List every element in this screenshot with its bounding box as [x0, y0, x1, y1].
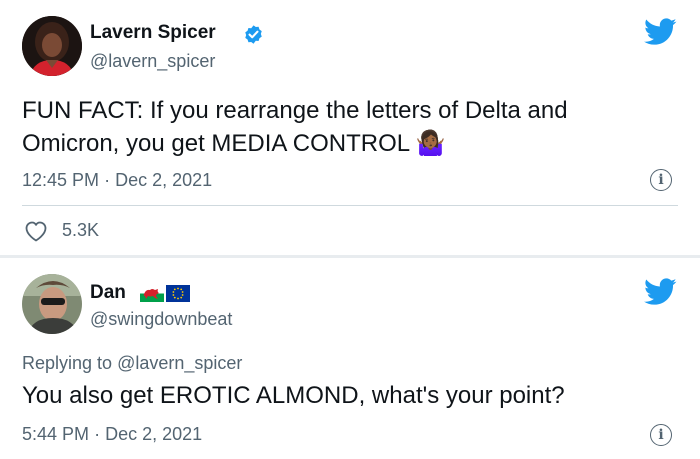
tweet-text-line-1: FUN FACT: If you rearrange the letters o…: [22, 97, 568, 124]
tweet-time[interactable]: 12:45 PM: [22, 170, 99, 190]
replying-to-handle[interactable]: @lavern_spicer: [117, 353, 242, 373]
tweet-text: You also get EROTIC ALMOND, what's your …: [22, 382, 565, 409]
tweet-timestamp[interactable]: 5:44 PM · Dec 2, 2021: [22, 424, 202, 445]
shrug-emoji: 🤷🏾‍♀️: [415, 129, 446, 157]
meta-separator: ·: [104, 170, 111, 190]
tweet-timestamp[interactable]: 12:45 PM · Dec 2, 2021: [22, 170, 212, 191]
heart-icon[interactable]: [24, 220, 48, 247]
tweet-card-lavern: Lavern Spicer @lavern_spicer FUN FACT: I…: [0, 0, 700, 255]
tweet-date[interactable]: Dec 2, 2021: [105, 424, 202, 444]
divider: [22, 205, 678, 206]
wales-flag-icon: [140, 285, 164, 307]
like-count[interactable]: 5.3K: [62, 220, 99, 241]
tweet-text-line-2: Omicron, you get MEDIA CONTROL 🤷🏾‍♀️: [22, 127, 446, 160]
twitter-bird-icon[interactable]: [644, 278, 677, 311]
avatar-dan[interactable]: [22, 274, 82, 334]
tweet-text-line-2-content: Omicron, you get MEDIA CONTROL: [22, 130, 410, 157]
author-handle[interactable]: @swingdownbeat: [90, 309, 232, 330]
info-icon[interactable]: i: [650, 424, 672, 446]
author-handle[interactable]: @lavern_spicer: [90, 51, 215, 72]
tweet-date[interactable]: Dec 2, 2021: [115, 170, 212, 190]
verified-badge-icon: [243, 24, 264, 50]
author-name[interactable]: Lavern Spicer: [90, 22, 216, 44]
eu-flag-icon: [166, 285, 190, 307]
tweet-time[interactable]: 5:44 PM: [22, 424, 89, 444]
author-name[interactable]: Dan: [90, 282, 126, 304]
replying-to: Replying to @lavern_spicer: [22, 353, 242, 374]
info-icon[interactable]: i: [650, 169, 672, 191]
avatar-lavern[interactable]: [22, 16, 82, 76]
twitter-bird-icon[interactable]: [644, 18, 677, 51]
tweet-card-dan: Dan @swingdownbeat Replying to @lavern_s…: [0, 258, 700, 459]
meta-separator: ·: [94, 424, 101, 444]
replying-prefix: Replying to: [22, 353, 113, 373]
